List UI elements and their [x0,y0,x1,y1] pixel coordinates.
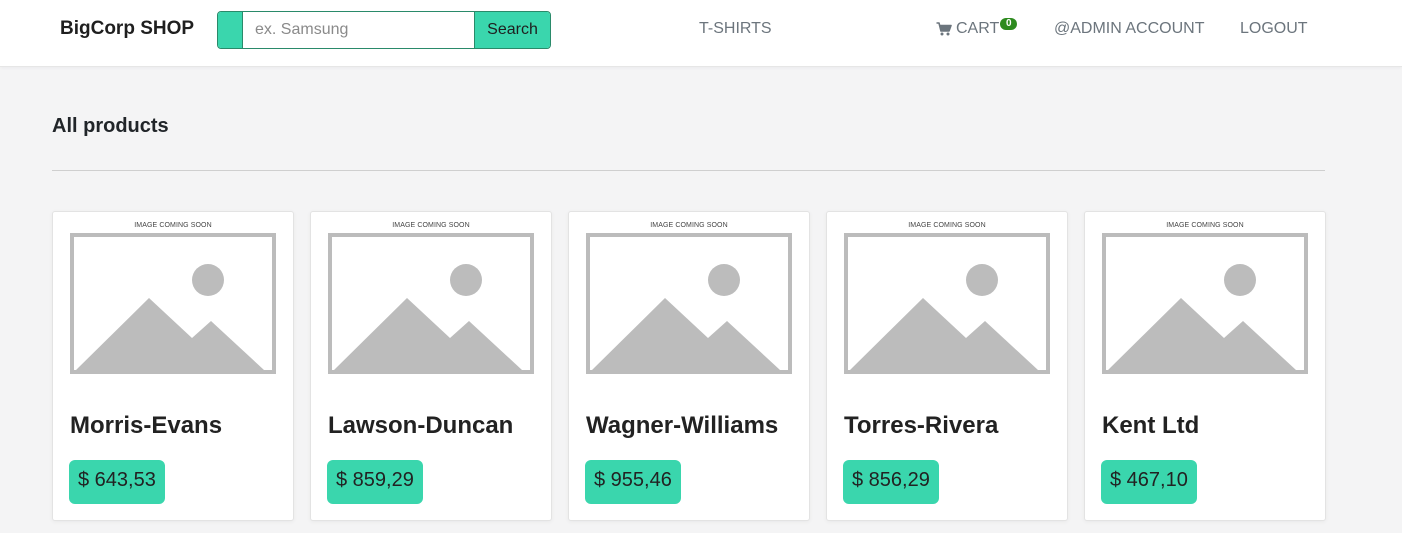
search-addon [218,12,243,48]
nav-cart[interactable]: CART 0 [936,18,1018,38]
image-placeholder-icon [328,233,534,374]
image-caption: IMAGE COMING SOON [392,222,470,229]
price-badge: $ 955,46 [585,460,681,504]
product-name: Wagner-Williams [586,412,779,439]
product-card[interactable]: IMAGE COMING SOON Torres-Rivera $ 856,29 [826,211,1068,521]
product-image-placeholder: IMAGE COMING SOON [586,222,792,374]
product-name: Morris-Evans [70,412,223,439]
brand-logo[interactable]: BigCorp SHOP [60,18,194,40]
nav-tshirts[interactable]: T-SHIRTS [699,20,772,38]
search-group: Search [217,11,551,49]
product-card[interactable]: IMAGE COMING SOON Lawson-Duncan $ 859,29 [310,211,552,521]
product-grid: IMAGE COMING SOON Morris-Evans $ 643,53 … [52,211,1326,521]
cart-label: CART [956,20,1000,37]
product-image-placeholder: IMAGE COMING SOON [70,222,276,374]
product-name: Kent Ltd [1102,412,1200,439]
image-caption: IMAGE COMING SOON [908,222,986,229]
search-button[interactable]: Search [474,12,550,48]
search-input[interactable] [243,12,474,48]
product-image-placeholder: IMAGE COMING SOON [1102,222,1308,374]
cart-icon [936,21,952,37]
product-card[interactable]: IMAGE COMING SOON Kent Ltd $ 467,10 [1084,211,1326,521]
price-badge: $ 859,29 [327,460,423,504]
product-card[interactable]: IMAGE COMING SOON Morris-Evans $ 643,53 [52,211,294,521]
image-caption: IMAGE COMING SOON [650,222,728,229]
image-placeholder-icon [586,233,792,374]
image-caption: IMAGE COMING SOON [1166,222,1244,229]
image-caption: IMAGE COMING SOON [134,222,212,229]
image-placeholder-icon [70,233,276,374]
image-placeholder-icon [1102,233,1308,374]
cart-count-badge: 0 [1000,18,1018,30]
nav-logout[interactable]: LOGOUT [1240,20,1308,38]
navbar: BigCorp SHOP Search T-SHIRTS CART 0 @ADM… [0,0,1402,67]
product-image-placeholder: IMAGE COMING SOON [328,222,534,374]
divider [52,170,1325,171]
product-card[interactable]: IMAGE COMING SOON Wagner-Williams $ 955,… [568,211,810,521]
nav-admin-account[interactable]: @ADMIN ACCOUNT [1054,20,1204,38]
product-name: Lawson-Duncan [328,412,514,439]
price-badge: $ 643,53 [69,460,165,504]
price-badge: $ 856,29 [843,460,939,504]
product-name: Torres-Rivera [844,412,999,439]
product-image-placeholder: IMAGE COMING SOON [844,222,1050,374]
price-badge: $ 467,10 [1101,460,1197,504]
image-placeholder-icon [844,233,1050,374]
section-title: All products [52,115,169,137]
